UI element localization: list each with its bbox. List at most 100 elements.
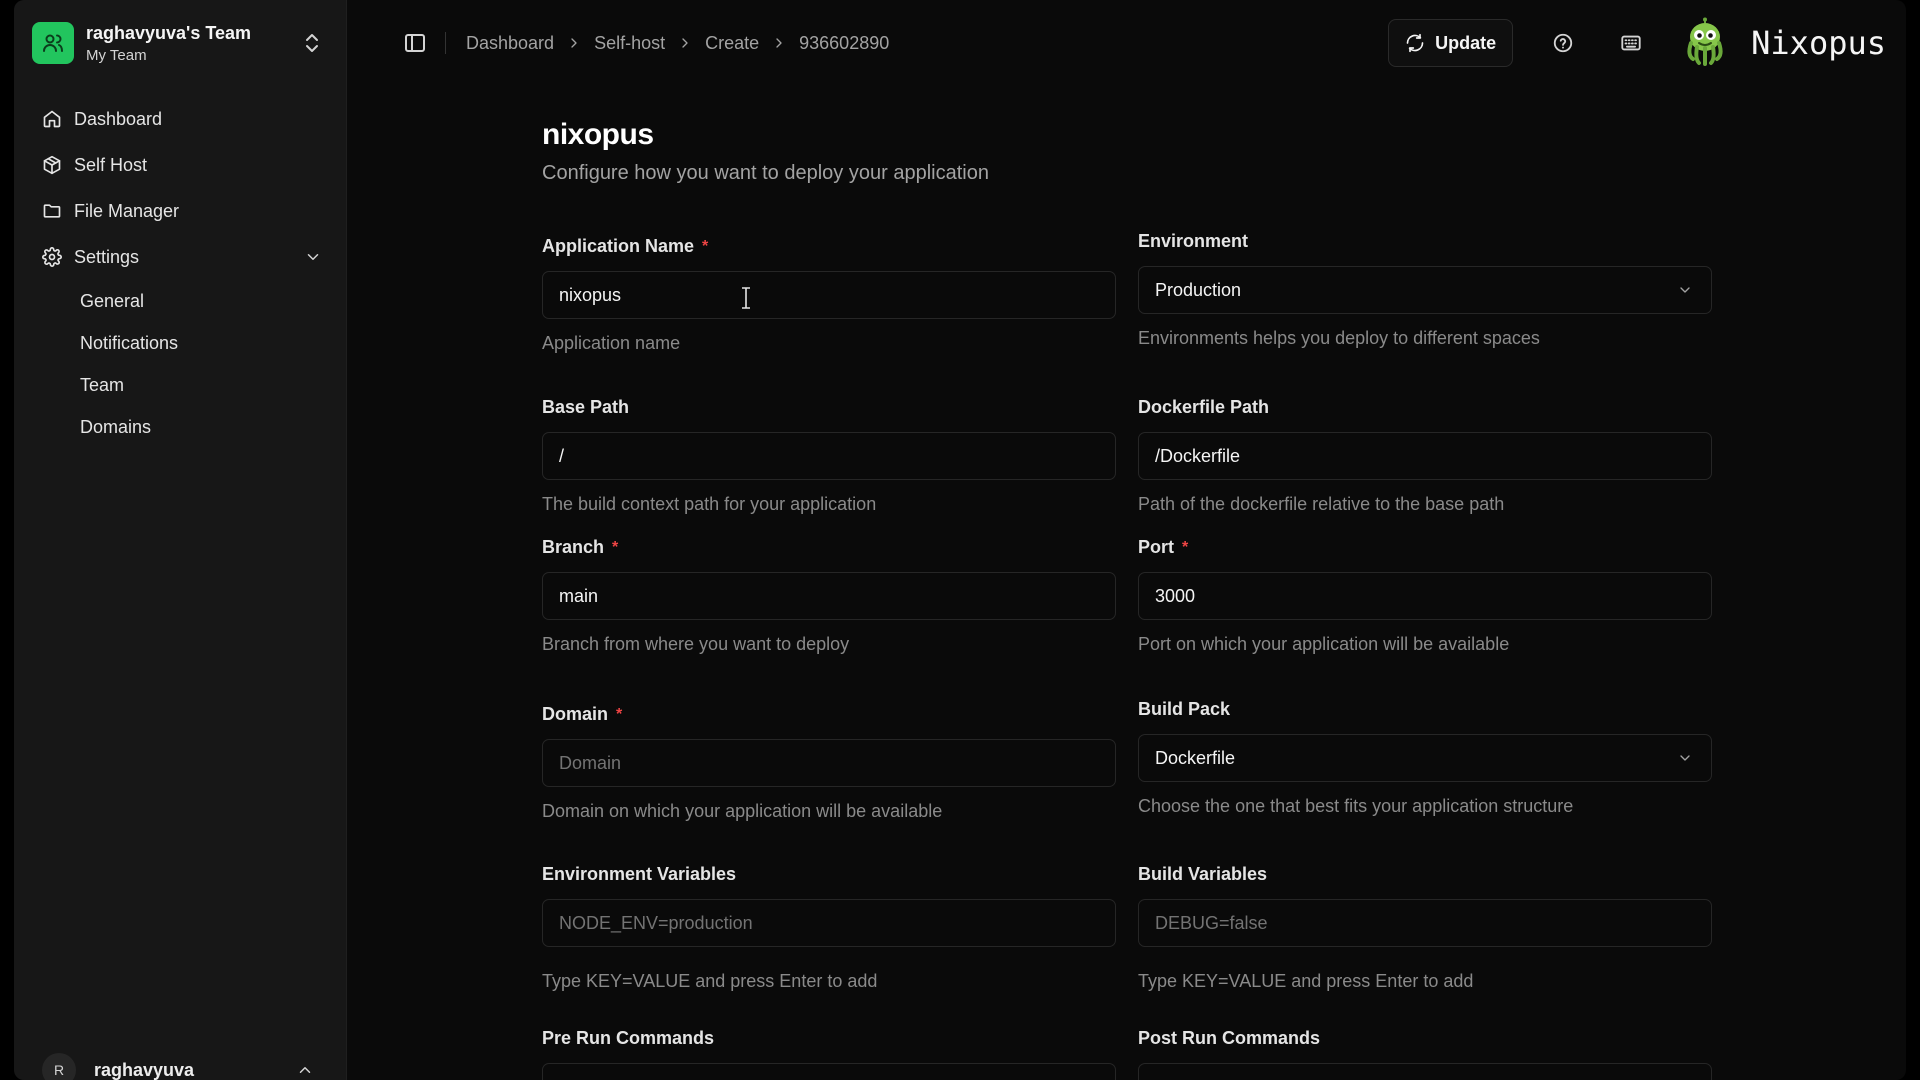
- sidebar: raghavyuva's Team My Team Dashboard Self…: [14, 0, 347, 1080]
- keyboard-shortcuts-button[interactable]: [1611, 23, 1651, 63]
- post-run-commands-input[interactable]: [1138, 1063, 1712, 1080]
- environment-field: Environment Production Environments help…: [1138, 231, 1712, 349]
- field-label: Pre Run Commands: [542, 1028, 715, 1048]
- sidebar-item-general[interactable]: General: [70, 280, 332, 322]
- pre-run-commands-input[interactable]: [542, 1063, 1116, 1080]
- field-label: Branch: [542, 537, 605, 557]
- sidebar-item-team[interactable]: Team: [70, 364, 332, 406]
- chevron-right-icon: [682, 38, 688, 48]
- application-name-field: Application Name * nixopus Application na…: [542, 236, 1116, 354]
- branch-input[interactable]: main: [542, 572, 1116, 620]
- domain-input[interactable]: Domain: [542, 739, 1116, 787]
- field-label: Base Path: [542, 397, 630, 417]
- team-subtitle: My Team: [86, 46, 147, 64]
- settings-subnav: General Notifications Team Domains: [70, 280, 332, 448]
- field-label: Application Name: [542, 236, 695, 256]
- sidebar-item-label: Dashboard: [74, 108, 163, 129]
- input-value: /: [559, 445, 565, 466]
- octopus-mascot-icon: [1687, 17, 1723, 66]
- field-label: Build Pack: [1138, 699, 1231, 719]
- field-help: Environments helps you deploy to differe…: [1138, 328, 1540, 348]
- port-field: Port * 3000 Port on which your applicatio…: [1138, 537, 1712, 655]
- base-path-field: Base Path / The build context path for y…: [542, 397, 1116, 515]
- chevrons-up-down-icon: [306, 34, 318, 52]
- post-run-commands-field: Post Run Commands: [1138, 1028, 1712, 1080]
- breadcrumb-create[interactable]: Create: [705, 33, 759, 54]
- sidebar-item-dashboard[interactable]: Dashboard: [32, 96, 332, 142]
- select-value: Production: [1155, 279, 1242, 300]
- package-icon: [43, 155, 61, 175]
- chevron-down-icon: [1680, 287, 1690, 293]
- environment-select[interactable]: Production: [1138, 266, 1712, 314]
- update-button[interactable]: Update: [1388, 19, 1514, 67]
- deploy-config-form: nixopus Configure how you want to deploy…: [542, 118, 1722, 185]
- sidebar-nav: Dashboard Self Host File Manager Setting…: [32, 96, 332, 448]
- sidebar-item-domains[interactable]: Domains: [70, 406, 332, 448]
- help-circle-icon: [1553, 33, 1573, 53]
- field-help: Application name: [542, 333, 681, 353]
- build-pack-select[interactable]: Dockerfile: [1138, 734, 1712, 782]
- sidebar-item-notifications[interactable]: Notifications: [70, 322, 332, 364]
- dockerfile-path-input[interactable]: /Dockerfile: [1138, 432, 1712, 480]
- chevron-right-icon: [776, 38, 782, 48]
- required-mark: *: [616, 705, 623, 723]
- build-variables-input[interactable]: DEBUG=false: [1138, 899, 1712, 947]
- build-variables-field: Build Variables DEBUG=false Type KEY=VAL…: [1138, 864, 1712, 992]
- sidebar-item-self-host[interactable]: Self Host: [32, 142, 332, 188]
- input-value: 3000: [1155, 585, 1196, 606]
- input-placeholder: NODE_ENV=production: [559, 912, 753, 933]
- field-help: Domain on which your application will be…: [542, 801, 943, 821]
- team-icon: [32, 22, 74, 64]
- page-title: nixopus: [542, 118, 654, 151]
- input-value: main: [559, 585, 599, 606]
- chevron-up-icon: [299, 1067, 311, 1073]
- field-help: Branch from where you want to deploy: [542, 634, 850, 654]
- input-placeholder: Domain: [559, 752, 622, 773]
- breadcrumb-current: 936602890: [799, 32, 890, 53]
- application-name-input[interactable]: nixopus: [542, 271, 1116, 319]
- user-menu[interactable]: R raghavyuva: [32, 1050, 332, 1080]
- field-help: Port on which your application will be a…: [1138, 634, 1510, 654]
- sidebar-item-file-manager[interactable]: File Manager: [32, 188, 332, 234]
- field-help: Path of the dockerfile relative to the b…: [1138, 494, 1505, 514]
- sidebar-item-settings[interactable]: Settings: [32, 234, 332, 280]
- text-cursor-icon: [742, 287, 750, 309]
- field-help: The build context path for your applicat…: [542, 494, 877, 514]
- environment-variables-input[interactable]: NODE_ENV=production: [542, 899, 1116, 947]
- field-label: Post Run Commands: [1138, 1028, 1321, 1048]
- required-mark: *: [612, 538, 619, 556]
- field-label: Environment Variables: [542, 864, 737, 884]
- top-actions: Update Nixopus: [1388, 17, 1886, 68]
- brand-name: Nixopus: [1751, 24, 1886, 62]
- base-path-input[interactable]: /: [542, 432, 1116, 480]
- port-input[interactable]: 3000: [1138, 572, 1712, 620]
- field-label: Environment: [1138, 231, 1249, 251]
- avatar: R: [42, 1053, 76, 1080]
- help-button[interactable]: [1543, 23, 1583, 63]
- environment-variables-field: Environment Variables NODE_ENV=productio…: [542, 864, 1116, 992]
- update-label: Update: [1435, 32, 1497, 53]
- breadcrumb-self-host[interactable]: Self-host: [594, 33, 665, 54]
- keyboard-icon: [1621, 35, 1641, 51]
- pre-run-commands-field: Pre Run Commands: [542, 1028, 1116, 1080]
- team-name: raghavyuva's Team: [86, 22, 252, 43]
- user-name: raghavyuva: [94, 1059, 195, 1080]
- field-label: Port: [1138, 537, 1174, 557]
- required-mark: *: [702, 237, 709, 255]
- team-switcher[interactable]: raghavyuva's Team My Team: [32, 18, 332, 68]
- folder-icon: [43, 204, 61, 218]
- sidebar-toggle-icon[interactable]: [403, 31, 427, 55]
- select-value: Dockerfile: [1155, 747, 1236, 768]
- chevron-down-icon: [1680, 755, 1690, 761]
- sidebar-item-label: Self Host: [74, 154, 148, 175]
- domain-field: Domain * Domain Domain on which your appl…: [542, 704, 1116, 822]
- gear-icon: [42, 247, 62, 267]
- chevron-down-icon[interactable]: [304, 248, 322, 266]
- refresh-icon: [1406, 33, 1424, 53]
- app-window: raghavyuva's Team My Team Dashboard Self…: [14, 0, 1906, 1080]
- field-label: Dockerfile Path: [1138, 397, 1270, 417]
- field-label: Domain: [542, 704, 609, 724]
- page-subtitle: Configure how you want to deploy your ap…: [542, 162, 989, 184]
- breadcrumb-dashboard[interactable]: Dashboard: [466, 33, 554, 54]
- input-placeholder: DEBUG=false: [1155, 912, 1268, 933]
